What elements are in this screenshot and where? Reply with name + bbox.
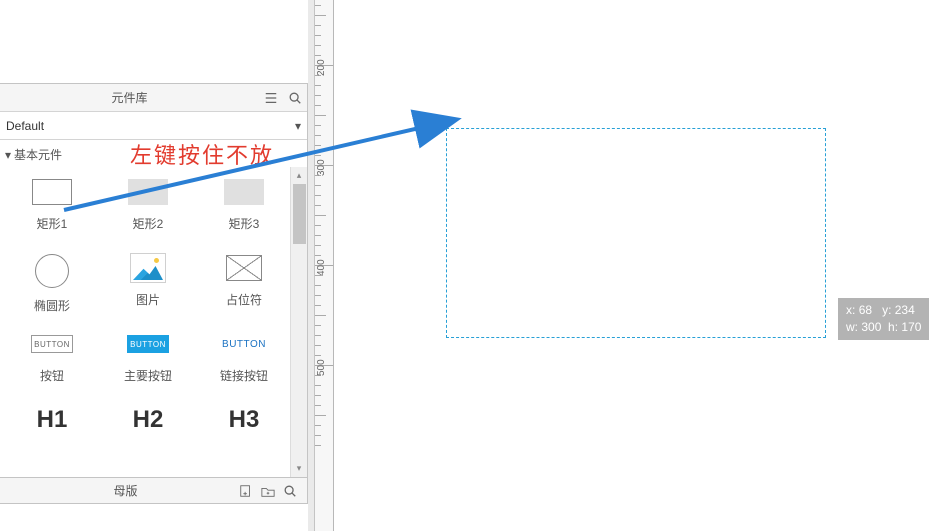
caret-down-icon: ▾ xyxy=(2,148,14,162)
scroll-down-icon[interactable]: ▾ xyxy=(291,460,307,477)
scrollbar-thumb[interactable] xyxy=(293,184,306,244)
widget-thumb xyxy=(222,177,266,207)
widget-item[interactable]: 占位符 xyxy=(196,249,292,325)
add-folder-icon[interactable] xyxy=(257,480,279,502)
annotation-text: 左键按住不放 xyxy=(130,138,274,170)
widget-item[interactable]: BUTTON 主要按钮 xyxy=(100,325,196,401)
widget-item[interactable]: H2 xyxy=(100,401,196,477)
widget-label: 矩形1 xyxy=(37,215,68,232)
widget-item[interactable]: 矩形1 xyxy=(4,173,100,249)
drag-rectangle[interactable] xyxy=(446,128,826,338)
panel-scrollbar[interactable]: ▴ ▾ xyxy=(290,167,307,477)
widget-item[interactable]: BUTTON 按钮 xyxy=(4,325,100,401)
widget-item[interactable]: H3 xyxy=(196,401,292,477)
widget-label: 按钮 xyxy=(40,367,64,384)
chevron-down-icon: ▾ xyxy=(295,119,301,133)
widget-thumb xyxy=(126,253,170,283)
widget-item[interactable]: BUTTON 链接按钮 xyxy=(196,325,292,401)
group-label: 基本元件 xyxy=(14,146,62,163)
vertical-ruler: 200 300 400 500 xyxy=(315,0,334,531)
widget-thumb xyxy=(30,253,74,289)
ruler-tick-label: 500 xyxy=(316,359,327,376)
widget-item[interactable]: 矩形2 xyxy=(100,173,196,249)
widget-label: 主要按钮 xyxy=(124,367,172,384)
widget-label: 链接按钮 xyxy=(220,367,268,384)
widget-thumb: BUTTON xyxy=(222,329,266,359)
widget-label: 矩形2 xyxy=(133,215,164,232)
widget-thumb: H1 xyxy=(30,405,74,435)
coord-readout: x: 68 y: 234 w: 300 h: 170 xyxy=(838,298,929,340)
widget-thumb: H2 xyxy=(126,405,170,435)
widget-thumb: BUTTON xyxy=(30,329,74,359)
panel-footer: 母版 xyxy=(0,477,307,503)
widget-thumb xyxy=(222,253,266,283)
ruler-tick-label: 400 xyxy=(316,259,327,276)
widget-item[interactable]: 椭圆形 xyxy=(4,249,100,325)
widget-group-header[interactable]: ▾ 基本元件 左键按住不放 xyxy=(0,140,307,167)
search-footer-icon[interactable] xyxy=(279,480,301,502)
panel-header: 元件库 xyxy=(0,84,307,112)
widget-thumb xyxy=(126,177,170,207)
ruler-tick-label: 300 xyxy=(316,159,327,176)
add-page-icon[interactable] xyxy=(235,480,257,502)
search-icon[interactable] xyxy=(283,86,307,110)
widget-thumb xyxy=(30,177,74,207)
canvas[interactable]: x: 68 y: 234 w: 300 h: 170 xyxy=(334,0,951,531)
scroll-up-icon[interactable]: ▴ xyxy=(291,167,307,184)
widget-label: 占位符 xyxy=(226,291,262,308)
widget-thumb: BUTTON xyxy=(126,329,170,359)
widget-item[interactable]: H1 xyxy=(4,401,100,477)
panel-title: 元件库 xyxy=(0,89,259,106)
widget-label: 矩形3 xyxy=(229,215,260,232)
ruler-tick-label: 200 xyxy=(316,59,327,76)
footer-title: 母版 xyxy=(16,482,235,499)
panel-divider[interactable] xyxy=(308,0,315,531)
library-select[interactable]: Default ▾ xyxy=(0,112,307,140)
widget-item[interactable]: 图片 xyxy=(100,249,196,325)
widget-thumb: H3 xyxy=(222,405,266,435)
widget-item[interactable]: 矩形3 xyxy=(196,173,292,249)
widget-label: 图片 xyxy=(136,291,160,308)
widget-label: 椭圆形 xyxy=(34,297,70,314)
menu-icon[interactable] xyxy=(259,86,283,110)
library-select-value: Default xyxy=(6,119,295,133)
